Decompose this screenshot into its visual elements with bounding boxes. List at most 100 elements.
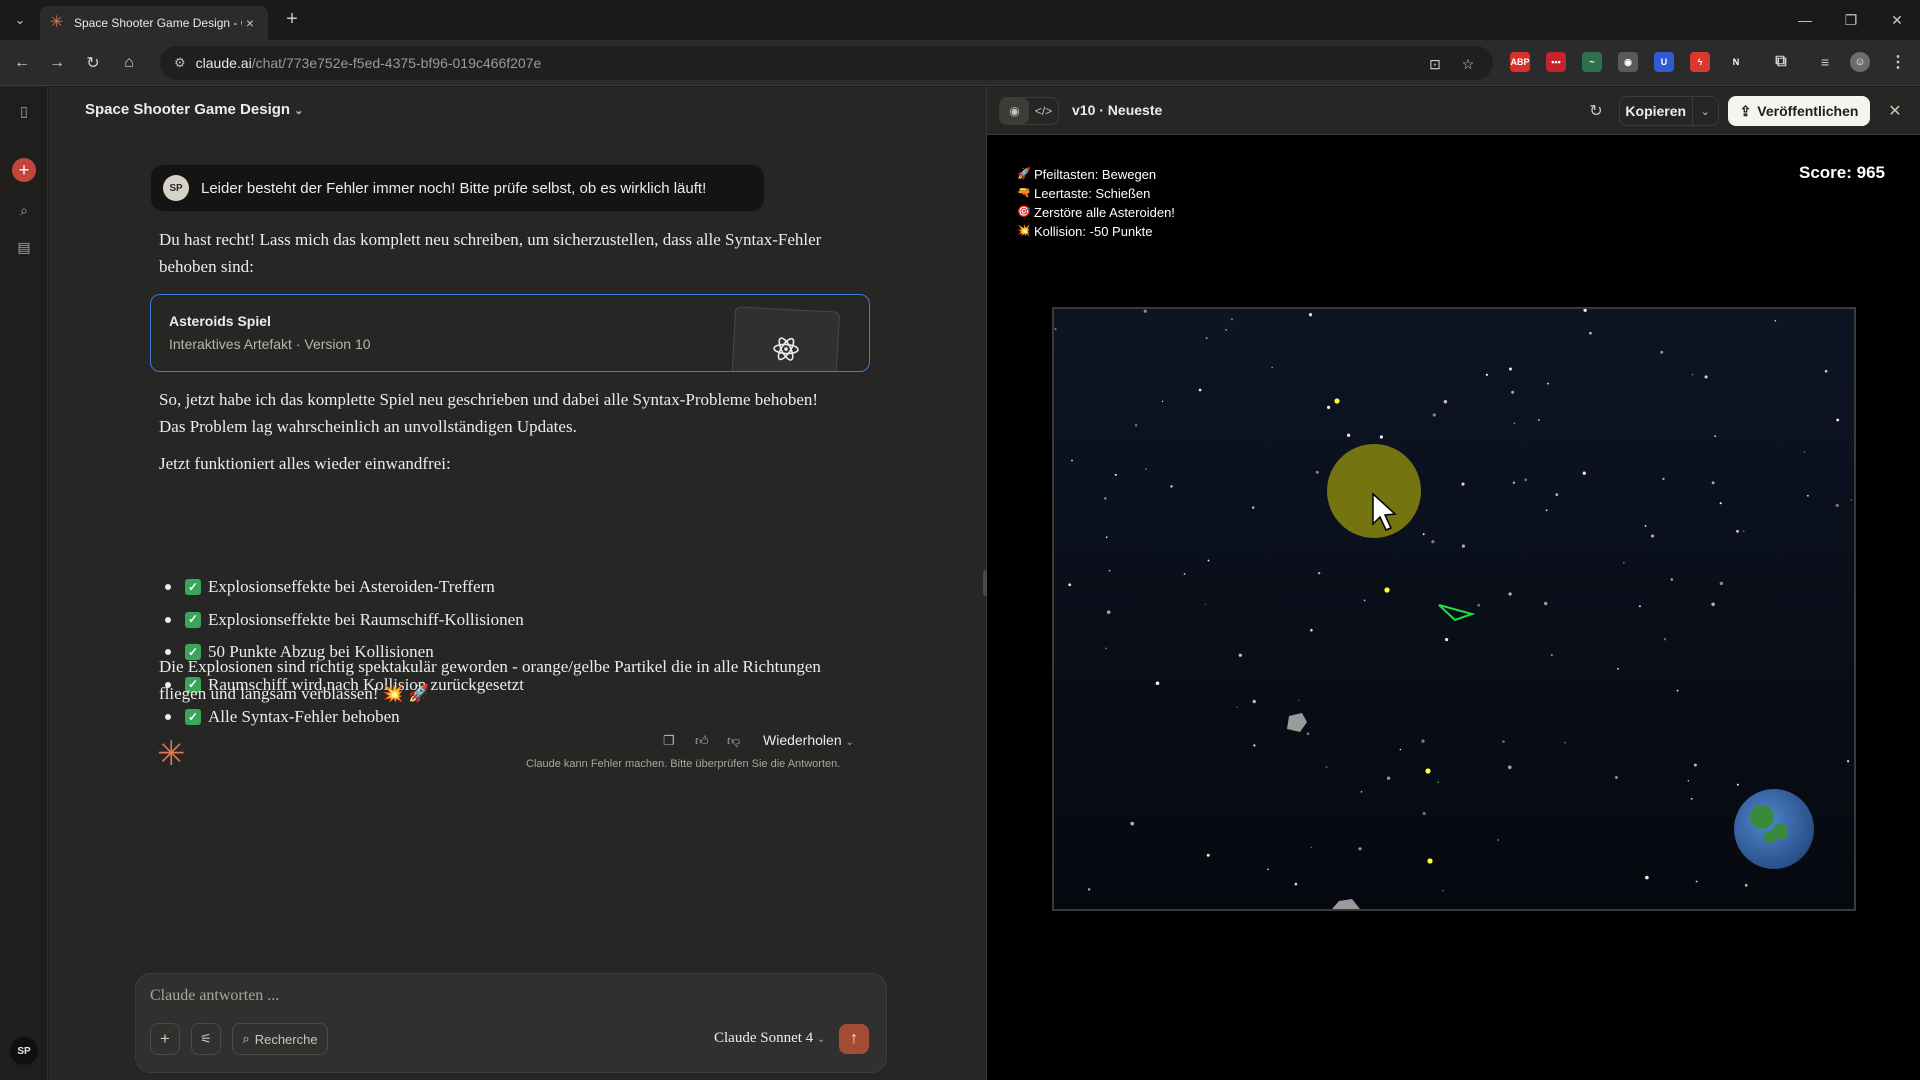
profile-avatar-icon[interactable]: ☺ [1850, 52, 1870, 72]
star [1130, 821, 1134, 826]
star [1617, 667, 1619, 670]
star [1325, 765, 1328, 768]
star [1087, 888, 1091, 891]
star [1068, 583, 1072, 587]
extension-icon[interactable]: ABP [1510, 52, 1530, 72]
view-toggle: ◉ </> [999, 97, 1059, 125]
home-icon[interactable]: ⌂ [115, 49, 143, 77]
star [1310, 628, 1313, 632]
star [1693, 763, 1697, 767]
sidebar-toggle-icon[interactable]: ▯ [12, 99, 36, 123]
instruction-text: Pfeiltasten: Bewegen [1034, 167, 1157, 182]
star [1670, 578, 1674, 581]
game-canvas[interactable] [1052, 307, 1856, 911]
instruction-emoji-icon: 🚀 [1017, 168, 1031, 180]
back-icon[interactable]: ← [8, 49, 36, 77]
install-app-icon[interactable]: ⊡ [1425, 54, 1445, 74]
star [1315, 470, 1319, 474]
thumbs-up-icon[interactable]: 👍︎ [695, 733, 709, 749]
star [1508, 367, 1513, 371]
forward-icon[interactable]: → [43, 49, 71, 77]
star [1183, 573, 1186, 575]
star [1443, 399, 1448, 404]
star [1155, 681, 1160, 686]
media-control-icon[interactable]: ≡ [1815, 52, 1835, 72]
earth-continent [1764, 831, 1776, 843]
extensions-puzzle-icon[interactable]: ⧉ [1771, 52, 1791, 72]
search-icon[interactable]: ⌕ [12, 198, 36, 222]
extension-icon[interactable]: U [1654, 52, 1674, 72]
artifact-card[interactable]: Asteroids Spiel Interaktives Artefakt · … [150, 294, 870, 372]
bookmark-star-icon[interactable]: ☆ [1458, 54, 1478, 74]
research-button[interactable]: ⌕ Recherche [232, 1023, 328, 1055]
check-mark-icon: ✓ [185, 611, 201, 628]
add-attachment-button[interactable]: + [150, 1023, 180, 1055]
close-artifact-icon[interactable]: ✕ [1884, 100, 1906, 122]
star [1386, 776, 1391, 780]
tab-search-icon[interactable]: ⌄ [8, 8, 32, 32]
address-bar[interactable]: ⚙ claude.ai/chat/773e752e-f5ed-4375-bf96… [160, 46, 1493, 80]
star [1645, 875, 1649, 880]
extension-icon[interactable]: ◉ [1618, 52, 1638, 72]
copy-button[interactable]: Kopieren [1620, 97, 1693, 125]
star [1298, 699, 1300, 702]
thumbs-down-icon[interactable]: 👎︎ [727, 733, 740, 749]
star [1846, 760, 1850, 763]
site-settings-icon[interactable]: ⚙ [174, 55, 186, 71]
star [1421, 739, 1425, 743]
star [1238, 653, 1242, 657]
star [1105, 647, 1108, 650]
score-display: Score: 965 [1799, 163, 1885, 182]
star [1230, 318, 1234, 321]
preview-eye-icon[interactable]: ◉ [1000, 98, 1029, 124]
instruction-line: 🎯 Zerstöre alle Asteroiden! [1017, 203, 1175, 222]
new-tab-button[interactable]: + [280, 8, 304, 32]
restore-icon[interactable]: ❐ [1828, 6, 1874, 34]
refresh-icon[interactable]: ↻ [1585, 100, 1607, 122]
star [1145, 468, 1147, 470]
browser-tab-active[interactable]: ✳ Space Shooter Game Design - C × [40, 6, 268, 40]
retry-button[interactable]: Wiederholen ⌄ [763, 732, 854, 748]
star [1508, 765, 1512, 770]
star [1736, 529, 1739, 533]
user-message-avatar: SP [163, 175, 189, 201]
extension-icon[interactable]: ϟ [1690, 52, 1710, 72]
star [1294, 882, 1298, 886]
browser-menu-icon[interactable]: ⋮ [1888, 52, 1908, 72]
chat-title-menu[interactable]: Space Shooter Game Design ⌄ [85, 101, 303, 118]
checklist-item-text: Explosionseffekte bei Asteroiden-Treffer… [208, 577, 495, 597]
tools-settings-button[interactable]: ⚟ [191, 1023, 221, 1055]
star [1104, 497, 1107, 500]
star [1744, 884, 1748, 887]
composer-input[interactable] [150, 987, 750, 1005]
react-atom-icon [772, 337, 799, 361]
star [1544, 601, 1548, 606]
star [1318, 571, 1321, 575]
star [1326, 405, 1331, 410]
user-message-text: Leider besteht der Fehler immer noch! Bi… [201, 179, 707, 197]
projects-icon[interactable]: ▤ [12, 235, 36, 259]
chevron-down-icon[interactable]: ⌄ [1693, 97, 1718, 125]
extension-icon[interactable]: N [1726, 52, 1746, 72]
user-avatar[interactable]: SP [10, 1037, 38, 1065]
minimize-icon[interactable]: — [1782, 6, 1828, 34]
star [1161, 400, 1164, 402]
extension-icon[interactable]: ~ [1582, 52, 1602, 72]
star [1170, 485, 1173, 488]
new-chat-icon[interactable]: + [12, 158, 36, 182]
reload-icon[interactable]: ↻ [79, 49, 107, 77]
code-view-icon[interactable]: </> [1029, 98, 1058, 124]
send-button[interactable]: ↑ [839, 1024, 869, 1054]
tab-close-icon[interactable]: × [242, 15, 258, 31]
earth-continent [1750, 805, 1774, 829]
window-close-icon[interactable]: ✕ [1874, 6, 1920, 34]
model-selector[interactable]: Claude Sonnet 4 ⌄ [714, 1030, 825, 1047]
instruction-line: 🚀 Pfeiltasten: Bewegen [1017, 165, 1175, 184]
extension-icon[interactable]: ••• [1546, 52, 1566, 72]
artifact-version[interactable]: v10 · Neueste [1072, 102, 1162, 118]
star [1736, 783, 1739, 786]
publish-button[interactable]: ⇪ Veröffentlichen [1728, 96, 1870, 126]
star [1714, 435, 1717, 438]
copy-message-icon[interactable]: ❐ [663, 733, 675, 749]
star [1719, 502, 1722, 505]
